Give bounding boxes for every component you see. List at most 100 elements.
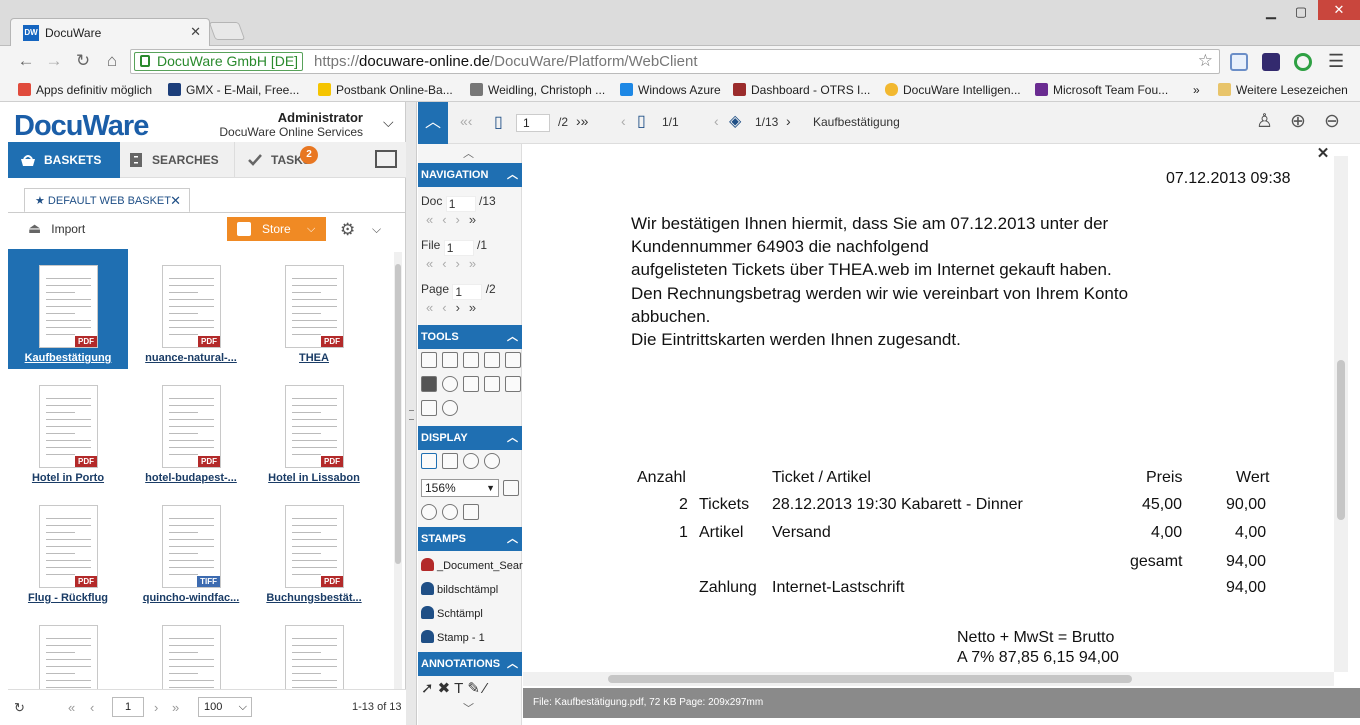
fit-page-icon[interactable]: [442, 453, 458, 469]
first-page-icon[interactable]: «‹: [460, 113, 472, 129]
scroll-down-icon[interactable]: ﹀: [463, 700, 474, 716]
page-nav-arrows[interactable]: «‹›»: [426, 300, 485, 315]
document-label[interactable]: Hotel in Porto: [8, 472, 128, 484]
tab-tasks[interactable]: TASKS: [234, 142, 364, 178]
document-thumbnail[interactable]: PDF THEA: [254, 249, 374, 369]
document-thumbnail[interactable]: [254, 609, 374, 689]
window-close-button[interactable]: ✕: [1318, 0, 1360, 20]
tools-header[interactable]: TOOLS ︿: [418, 325, 522, 349]
index-card-icon[interactable]: [484, 376, 500, 392]
zoom-out-icon[interactable]: [484, 453, 500, 469]
navigation-header[interactable]: NAVIGATION ︿: [418, 163, 522, 187]
forward-arrow-icon[interactable]: →: [43, 51, 65, 71]
extension-icon[interactable]: [1230, 53, 1248, 71]
rotate-left-icon[interactable]: [421, 504, 437, 520]
save-icon[interactable]: [421, 352, 437, 368]
refresh-icon[interactable]: ↻: [14, 700, 25, 716]
fit-width-icon[interactable]: [421, 453, 437, 469]
text-recognition-icon[interactable]: [421, 400, 437, 416]
omnibox[interactable]: DocuWare GmbH [DE] https://docuware-onli…: [130, 49, 1220, 74]
document-thumbnail[interactable]: PDF hotel-budapest-...: [131, 369, 251, 489]
link-search-icon[interactable]: [463, 376, 479, 392]
import-button[interactable]: ⏏ Import: [28, 220, 85, 237]
document-label[interactable]: Kaufbestätigung: [8, 352, 128, 364]
display-header[interactable]: DISPLAY ︿: [418, 426, 522, 450]
close-icon[interactable]: ✕: [170, 189, 181, 213]
url-text[interactable]: https://docuware-online.de/DocuWare/Plat…: [314, 53, 698, 70]
document-thumbnail[interactable]: PDF Hotel in Porto: [8, 369, 128, 489]
first-page-icon[interactable]: «: [68, 700, 75, 715]
next-page-icon[interactable]: ›»: [576, 113, 588, 129]
next-page-icon[interactable]: ›: [154, 700, 158, 715]
document-thumbnail[interactable]: PDF nuance-natural-...: [131, 249, 251, 369]
new-tab-button[interactable]: [208, 22, 246, 40]
document-label[interactable]: Buchungsbestät...: [254, 592, 374, 604]
document-thumbnail[interactable]: PDF Hotel in Lissabon: [254, 369, 374, 489]
document-thumbnail[interactable]: TIFF quincho-windfac...: [131, 489, 251, 609]
panel-splitter[interactable]: [406, 102, 417, 725]
stamp-icon[interactable]: ♙: [1256, 110, 1273, 133]
user-info[interactable]: Administrator DocuWare Online Services: [190, 110, 363, 139]
stamp-item[interactable]: _Document_Sear: [421, 558, 523, 572]
next-document-icon[interactable]: ›: [786, 113, 791, 129]
file-nav-arrows[interactable]: «‹›»: [426, 256, 485, 271]
collapse-panel-button[interactable]: ︿: [418, 102, 448, 144]
document-thumbnail[interactable]: PDF Buchungsbestät...: [254, 489, 374, 609]
scrollbar-thumb[interactable]: [1337, 360, 1345, 520]
reload-icon[interactable]: ↻: [72, 51, 94, 71]
other-bookmarks-folder[interactable]: Weitere Lesezeichen: [1218, 83, 1348, 97]
scrollbar-thumb[interactable]: [395, 264, 401, 564]
thumbnails-icon[interactable]: [421, 376, 437, 392]
zoom-out-icon[interactable]: ⊖: [1324, 110, 1340, 133]
zoom-select[interactable]: 156% ▼: [421, 479, 499, 497]
zoom-in-icon[interactable]: ⊕: [1290, 110, 1306, 133]
tab-searches[interactable]: SEARCHES: [122, 142, 232, 178]
stamp-item[interactable]: bildschtämpl: [421, 582, 498, 596]
stamps-header[interactable]: STAMPS ︿: [418, 527, 522, 551]
bookmark-item[interactable]: Microsoft Team Fou...: [1035, 83, 1168, 97]
tab-close-icon[interactable]: ✕: [190, 24, 201, 40]
clock-icon[interactable]: [442, 400, 458, 416]
bookmarks-overflow-button[interactable]: »: [1193, 83, 1200, 97]
page-size-select[interactable]: 100 ⌵: [198, 697, 252, 717]
document-label[interactable]: nuance-natural-...: [131, 352, 251, 364]
document-label[interactable]: THEA: [254, 352, 374, 364]
document-thumbnail[interactable]: [8, 609, 128, 689]
page-number-input[interactable]: 1: [452, 284, 483, 300]
extension-icon[interactable]: [1262, 53, 1280, 71]
maximize-button[interactable]: ▢: [1288, 4, 1314, 20]
basket-tab-default[interactable]: ★ DEFAULT WEB BASKET ✕: [24, 188, 190, 213]
doc-number-input[interactable]: 1: [445, 196, 476, 212]
screen-toggle-icon[interactable]: [375, 150, 397, 168]
prev-file-icon[interactable]: ‹: [621, 113, 626, 129]
prev-page-icon[interactable]: ‹: [90, 700, 94, 715]
bookmark-item[interactable]: GMX - E-Mail, Free...: [168, 83, 299, 97]
document-thumbnail[interactable]: [131, 609, 251, 689]
document-label[interactable]: hotel-budapest-...: [131, 472, 251, 484]
home-icon[interactable]: ⌂: [101, 51, 123, 71]
document-label[interactable]: quincho-windfac...: [131, 592, 251, 604]
zoom-region-icon[interactable]: [503, 480, 519, 496]
doc-nav-arrows[interactable]: «‹›»: [426, 212, 485, 227]
prev-document-icon[interactable]: ‹: [714, 113, 719, 129]
stamp-item[interactable]: Schtämpl: [421, 606, 483, 620]
bookmark-item[interactable]: Postbank Online-Ba...: [318, 83, 453, 97]
extension-icon[interactable]: [1294, 53, 1312, 71]
annotation-tools[interactable]: ➚✖T✎⁄: [421, 679, 490, 697]
tab-baskets[interactable]: BASKETS: [8, 142, 120, 178]
document-thumbnail[interactable]: PDF Flug - Rückflug: [8, 489, 128, 609]
last-page-icon[interactable]: »: [172, 700, 179, 715]
close-document-icon[interactable]: ✕: [1313, 144, 1333, 162]
page-input[interactable]: 1: [112, 697, 144, 717]
stamp-item[interactable]: Stamp - 1: [421, 630, 485, 644]
store-button[interactable]: Store ⌵: [227, 217, 326, 241]
ev-certificate-badge[interactable]: DocuWare GmbH [DE]: [134, 52, 304, 71]
document-thumbnail[interactable]: PDF Kaufbestätigung: [8, 249, 128, 369]
search-icon[interactable]: [442, 376, 458, 392]
print-icon[interactable]: [463, 352, 479, 368]
bookmark-star-icon[interactable]: ☆: [1198, 51, 1213, 71]
ruler-icon[interactable]: [463, 504, 479, 520]
document-label[interactable]: Hotel in Lissabon: [254, 472, 374, 484]
bookmark-item[interactable]: DocuWare Intelligen...: [885, 83, 1021, 97]
chevron-down-icon[interactable]: ⌵: [372, 222, 381, 237]
